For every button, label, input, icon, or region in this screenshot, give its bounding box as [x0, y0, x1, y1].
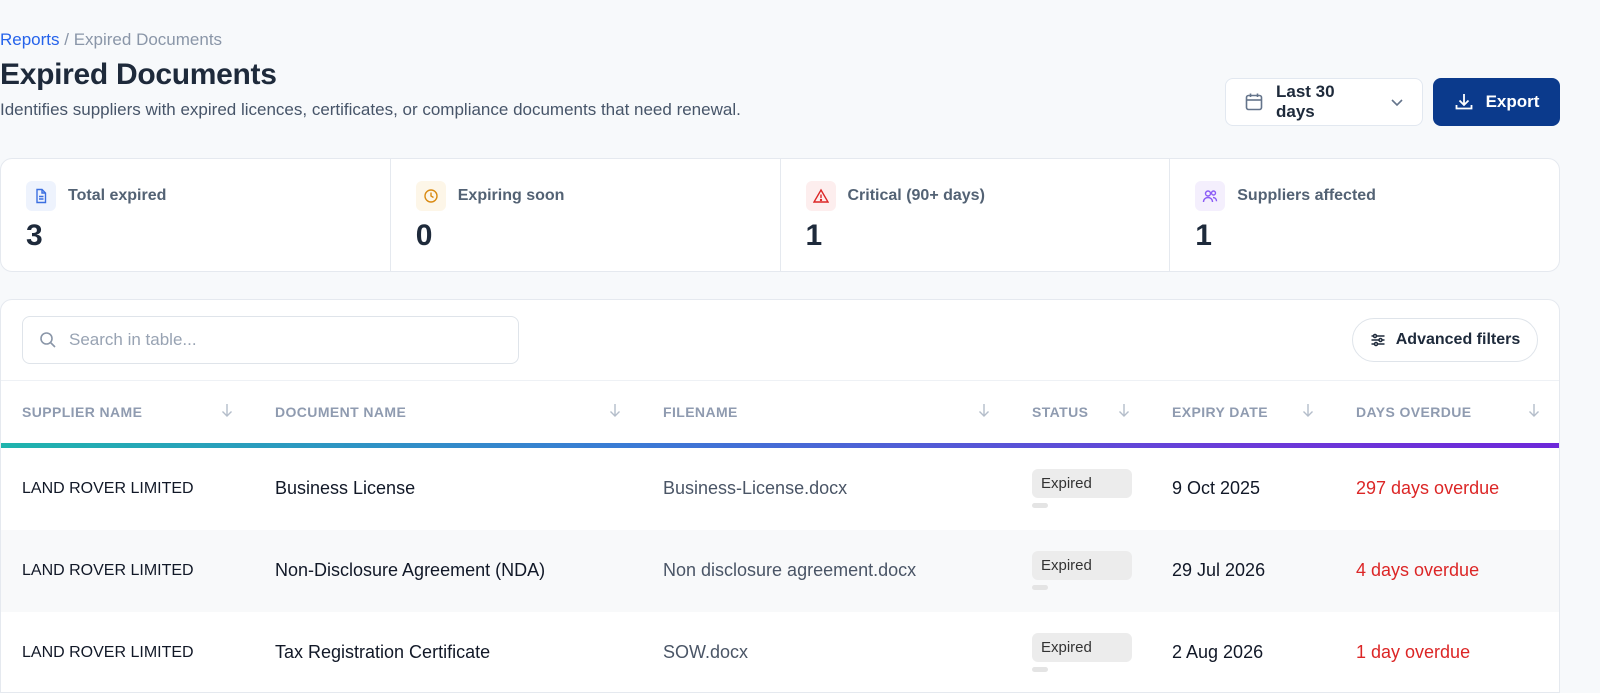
cell-expiry: 9 Oct 2025 [1172, 478, 1261, 498]
column-header-status[interactable]: Status [1011, 381, 1151, 443]
sort-arrow-icon [978, 403, 990, 420]
cell-expiry: 29 Jul 2026 [1172, 560, 1266, 580]
cell-document: Business License [275, 478, 416, 498]
table-toolbar: Advanced filters [1, 300, 1559, 380]
users-icon [1195, 181, 1226, 211]
breadcrumb-current: Expired Documents [73, 30, 223, 49]
cell-status: Expired [1011, 530, 1151, 612]
chevron-down-icon [1390, 95, 1404, 109]
stat-label: Expiring soon [457, 187, 565, 204]
stat-value: 3 [26, 219, 43, 252]
stat-critical: Critical (90+ days) 1 [781, 159, 1171, 271]
calendar-icon [1244, 92, 1264, 112]
search-box [22, 316, 519, 364]
sliders-icon [1370, 332, 1386, 348]
column-header-expiry[interactable]: Expiry Date [1151, 381, 1335, 443]
column-label: Filename [663, 403, 738, 420]
sort-arrow-icon [1528, 403, 1540, 420]
breadcrumb-separator: / [59, 30, 74, 49]
column-header-document[interactable]: Document Name [254, 381, 642, 443]
cell-filename: Business-License.docx [663, 478, 848, 498]
table-row[interactable]: LAND ROVER LIMITED Business License Busi… [1, 448, 1559, 530]
cell-supplier: LAND ROVER LIMITED [22, 643, 194, 661]
stat-total-expired: Total expired 3 [1, 159, 391, 271]
sort-arrow-icon [1118, 403, 1130, 420]
sort-arrow-icon [1302, 403, 1314, 420]
cell-overdue: 297 days overdue [1356, 478, 1500, 498]
stat-label: Critical (90+ days) [847, 187, 985, 204]
stat-value: 0 [415, 219, 433, 252]
column-label: Status [1032, 403, 1089, 420]
column-header-supplier[interactable]: Supplier Name [1, 381, 254, 443]
column-label: Days Overdue [1356, 403, 1472, 420]
date-range-dropdown[interactable]: Last 30 days [1225, 78, 1423, 126]
cell-document: Tax Registration Certificate [275, 642, 491, 662]
status-badge: Expired [1032, 633, 1132, 662]
column-header-filename[interactable]: Filename [642, 381, 1011, 443]
documents-table-card: Advanced filters Supplier Name Document … [0, 299, 1560, 693]
cell-overdue: 4 days overdue [1356, 560, 1480, 580]
warning-icon [805, 181, 836, 211]
header-actions: Last 30 days Export [1225, 78, 1560, 126]
advanced-filters-label: Advanced filters [1395, 331, 1521, 348]
download-icon [1454, 92, 1474, 112]
export-button[interactable]: Export [1433, 78, 1560, 126]
status-indicator [1032, 667, 1048, 672]
clock-icon [415, 181, 446, 211]
cell-overdue: 1 day overdue [1356, 642, 1471, 662]
cell-filename: SOW.docx [663, 642, 749, 662]
cell-document: Non-Disclosure Agreement (NDA) [275, 560, 546, 580]
export-label: Export [1485, 92, 1540, 111]
cell-supplier: LAND ROVER LIMITED [22, 479, 194, 497]
column-label: Document Name [275, 403, 407, 420]
column-header-overdue[interactable]: Days Overdue [1335, 381, 1559, 443]
sort-arrow-icon [221, 403, 233, 420]
page-header: Reports / Expired Documents Expired Docu… [0, 30, 1560, 126]
cell-supplier: LAND ROVER LIMITED [22, 561, 194, 579]
cell-expiry: 2 Aug 2026 [1172, 642, 1264, 662]
documents-table-body: LAND ROVER LIMITED Business License Busi… [1, 448, 1559, 693]
status-indicator [1032, 585, 1048, 590]
table-header-row: Supplier Name Document Name Filename Sta… [1, 380, 1559, 443]
table-row[interactable]: LAND ROVER LIMITED Non-Disclosure Agreem… [1, 529, 1559, 612]
stat-suppliers-affected: Suppliers affected 1 [1170, 159, 1559, 271]
stat-value: 1 [1195, 219, 1212, 252]
column-label: Supplier Name [22, 403, 143, 420]
search-icon [39, 331, 57, 349]
status-indicator [1032, 503, 1048, 508]
date-range-label: Last 30 days [1276, 82, 1335, 121]
search-input[interactable] [69, 330, 502, 350]
advanced-filters-button[interactable]: Advanced filters [1352, 318, 1538, 362]
column-label: Expiry Date [1172, 403, 1268, 420]
breadcrumb: Reports / Expired Documents [0, 30, 1560, 50]
stats-panel: Total expired 3 Expiring soon 0 Critical… [0, 158, 1560, 272]
status-badge: Expired [1032, 469, 1132, 498]
cell-status: Expired [1011, 612, 1151, 693]
stat-label: Suppliers affected [1237, 187, 1376, 204]
table-row[interactable]: LAND ROVER LIMITED Tax Registration Cert… [1, 612, 1559, 693]
document-icon [26, 181, 56, 211]
documents-table: Supplier Name Document Name Filename Sta… [1, 380, 1559, 443]
cell-filename: Non disclosure agreement.docx [663, 560, 917, 580]
sort-arrow-icon [609, 403, 621, 420]
cell-status: Expired [1011, 448, 1151, 530]
status-badge: Expired [1032, 551, 1132, 580]
stat-expiring-soon: Expiring soon 0 [391, 159, 781, 271]
breadcrumb-reports-link[interactable]: Reports [0, 30, 60, 49]
stat-label: Total expired [68, 187, 167, 204]
stat-value: 1 [805, 219, 823, 252]
